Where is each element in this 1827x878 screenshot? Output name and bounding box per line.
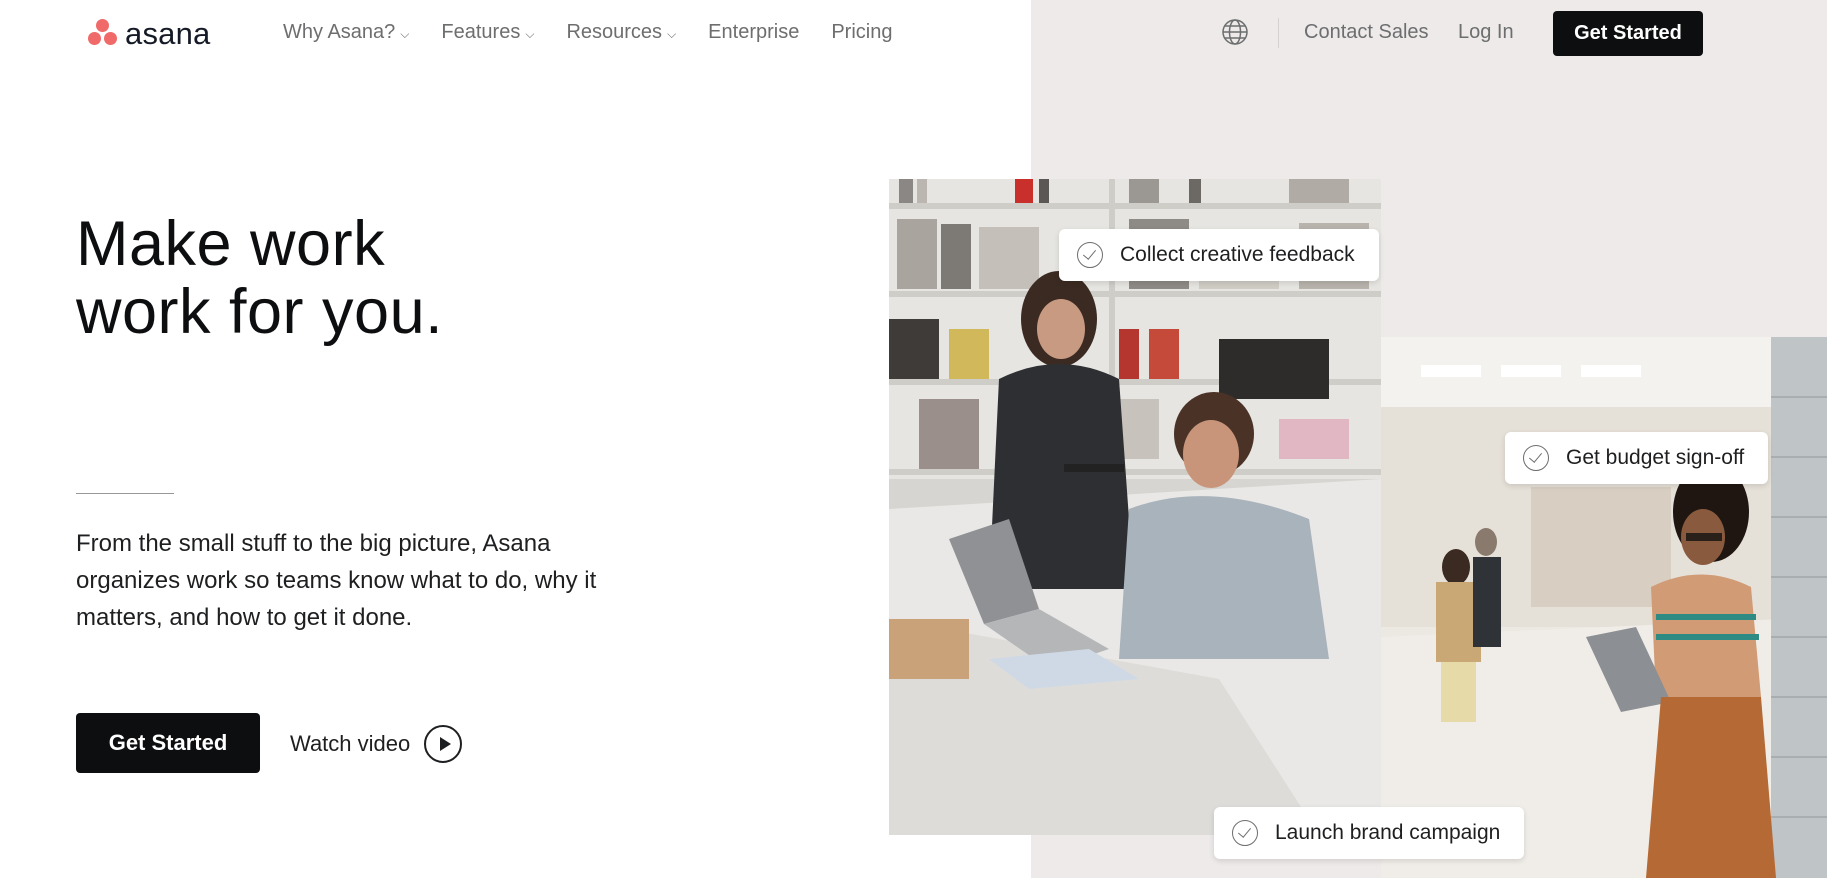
- hero-subtext: From the small stuff to the big picture,…: [76, 530, 597, 631]
- asana-logo-icon: [87, 18, 119, 48]
- asana-logo[interactable]: asana: [87, 17, 210, 49]
- contact-sales-link[interactable]: Contact Sales: [1304, 21, 1429, 44]
- nav-resources[interactable]: Resources ⌵: [566, 21, 676, 44]
- task-card-label: Collect creative feedback: [1120, 243, 1355, 266]
- get-started-nav-button[interactable]: Get Started: [1553, 11, 1703, 56]
- nav-divider: [1278, 18, 1279, 48]
- logo-wordmark: asana: [125, 15, 211, 51]
- chevron-down-icon: ⌵: [525, 27, 535, 41]
- get-started-hero-button[interactable]: Get Started: [76, 713, 260, 773]
- studio-photo-illustration: [1381, 337, 1827, 878]
- top-navigation: asana Why Asana? ⌵ Features ⌵ Resources …: [0, 0, 1827, 66]
- check-circle-icon: [1077, 242, 1103, 268]
- nav-label: Enterprise: [708, 21, 800, 43]
- studio-photo-laptop: [1381, 337, 1827, 878]
- nav-label: Resources: [566, 21, 663, 43]
- nav-enterprise[interactable]: Enterprise: [708, 21, 799, 44]
- play-icon: [424, 725, 463, 763]
- task-card-label: Get budget sign-off: [1566, 446, 1745, 469]
- log-in-link[interactable]: Log In: [1458, 21, 1514, 44]
- main-menu: Why Asana? ⌵ Features ⌵ Resources ⌵ Ente…: [283, 21, 924, 44]
- task-card: Collect creative feedback: [1059, 229, 1379, 281]
- chevron-down-icon: ⌵: [400, 27, 410, 41]
- check-circle-icon: [1232, 820, 1258, 846]
- nav-label: Why Asana?: [283, 21, 396, 43]
- nav-label: Features: [441, 21, 521, 43]
- divider-line: [76, 493, 174, 494]
- headline-line-2: work for you.: [76, 277, 444, 347]
- watch-video-button[interactable]: Watch video: [290, 724, 463, 764]
- headline-line-1: Make work: [76, 209, 386, 279]
- watch-video-label: Watch video: [290, 731, 411, 756]
- nav-why-asana[interactable]: Why Asana? ⌵: [283, 21, 409, 44]
- nav-pricing[interactable]: Pricing: [831, 21, 892, 44]
- check-circle-icon: [1523, 445, 1549, 471]
- task-card-label: Launch brand campaign: [1275, 821, 1501, 844]
- chevron-down-icon: ⌵: [667, 27, 677, 41]
- task-card: Launch brand campaign: [1214, 807, 1525, 859]
- nav-features[interactable]: Features ⌵: [441, 21, 534, 44]
- task-card: Get budget sign-off: [1505, 432, 1769, 484]
- nav-label: Pricing: [831, 21, 893, 43]
- globe-icon[interactable]: [1221, 18, 1249, 46]
- hero-headline: Make work work for you.: [76, 210, 443, 346]
